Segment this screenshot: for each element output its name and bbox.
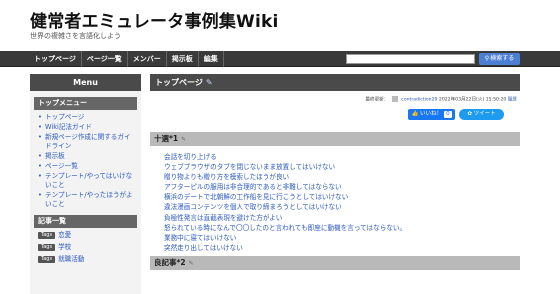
pencil-icon[interactable]: ✎ bbox=[189, 260, 194, 267]
sidebar: Menu トップメニュー トップページ Wiki記法ガイド 新規ページ作成に関す… bbox=[30, 74, 141, 294]
meta-datetime: 2022年03月22日(火) 15:50:20 bbox=[438, 97, 507, 103]
sidebar-item-page-list[interactable]: ページ一覧 bbox=[38, 162, 135, 171]
list-item[interactable]: アフターピルの服用は非合理的であると非難してはならない bbox=[164, 182, 504, 192]
list-item[interactable]: 負極性発言は直截表現を避けた方がよい bbox=[164, 213, 504, 223]
like-count: 0 bbox=[444, 111, 452, 118]
site-title[interactable]: 健常者エミュレータ事例集Wiki bbox=[30, 7, 279, 32]
top-menu-list: トップページ Wiki記法ガイド 新規ページ作成に関するガイドライン 掲示板 ペ… bbox=[38, 113, 135, 209]
search-button[interactable]: ⚲検索する bbox=[479, 53, 520, 65]
tag-badge: Tags bbox=[38, 243, 56, 251]
ten-selection-list: 会話を切り上げる ウェブブラウザのタブを閉じないまま放置してはいけない 贈り物よ… bbox=[164, 152, 504, 253]
list-item[interactable]: 怒られている時になんで〇〇したのと言われても即座に動機を言ってはならない。 bbox=[164, 223, 504, 233]
nav-page-list[interactable]: ページ一覧 bbox=[82, 51, 128, 67]
pencil-icon[interactable]: ✎ bbox=[181, 136, 186, 143]
top-menu-title: トップメニュー bbox=[34, 97, 137, 110]
section-heading: 十選*1 ✎ bbox=[150, 132, 520, 146]
avatar bbox=[391, 96, 398, 102]
articles-list: Tags 恋愛 Tags 学校 Tags 就職活動 bbox=[38, 231, 135, 264]
nav-members[interactable]: メンバー bbox=[128, 51, 167, 67]
sidebar-item-new-page-guideline[interactable]: 新規ページ作成に関するガイドライン bbox=[38, 133, 135, 151]
sidebar-item-top-page[interactable]: トップページ bbox=[38, 113, 135, 122]
sidebar-item-bbs[interactable]: 掲示板 bbox=[38, 152, 135, 161]
site-header: 健常者エミュレータ事例集Wiki 世界の複雑さを言語化しよう bbox=[0, 0, 560, 50]
article-item-school[interactable]: Tags 学校 bbox=[38, 243, 135, 252]
sidebar-item-template-dont[interactable]: テンプレート/やってはいけないこと bbox=[38, 172, 135, 190]
tweet-label: ツイート bbox=[473, 111, 496, 117]
like-button[interactable]: 👍 いいね！ 0 bbox=[408, 109, 455, 120]
section-title-2: 良記事*2 bbox=[154, 258, 186, 267]
list-item[interactable]: 業務中に寝てはいけない bbox=[164, 233, 504, 243]
search-input[interactable] bbox=[346, 54, 475, 64]
section-heading-2: 良記事*2 ✎ bbox=[150, 256, 520, 270]
articles-title: 記事一覧 bbox=[34, 215, 137, 228]
tag-badge: Tags bbox=[38, 255, 56, 263]
sidebar-item-template-do[interactable]: テンプレート/やったほうがよいこと bbox=[38, 191, 135, 209]
sidebar-item-wiki-guide[interactable]: Wiki記法ガイド bbox=[38, 123, 135, 132]
search-button-label: 検索する bbox=[490, 55, 515, 62]
nav-edit[interactable]: 編集 bbox=[199, 51, 224, 67]
site-tagline: 世界の複雑さを言語化しよう bbox=[30, 32, 121, 40]
nav-top-page[interactable]: トップページ bbox=[30, 51, 82, 67]
tag-badge: Tags bbox=[38, 231, 56, 239]
global-nav: トップページ ページ一覧 メンバー 掲示板 編集 ⚲検索する bbox=[0, 51, 560, 67]
article-label: 学校 bbox=[58, 243, 72, 251]
page-title-bar: トップページ ✎ bbox=[150, 74, 520, 91]
history-link[interactable]: 履歴 bbox=[508, 98, 517, 103]
sidebar-header: Menu bbox=[30, 74, 141, 91]
thumbs-up-icon: 👍 bbox=[411, 111, 419, 117]
list-item[interactable]: 突然走り出してはいけない bbox=[164, 243, 504, 253]
like-label: いいね！ bbox=[420, 111, 443, 117]
edit-icon[interactable]: ✎ bbox=[206, 78, 213, 87]
article-label: 就職活動 bbox=[58, 255, 85, 263]
article-label: 恋愛 bbox=[58, 231, 72, 239]
page-meta: 最終更新： contradiction29 2022年03月22日(火) 15:… bbox=[150, 96, 520, 104]
list-item[interactable]: 横浜のデートで北朝鮮の工作船を見に行こうとしてはいけない bbox=[164, 192, 504, 202]
tweet-button[interactable]: ✿ ツイート bbox=[459, 109, 504, 120]
list-item[interactable]: 違法漫画コンテンツを個人で取り締まろうとしてはいけない bbox=[164, 202, 504, 212]
section-title: 十選*1 bbox=[154, 134, 179, 143]
meta-user-link[interactable]: contradiction29 bbox=[401, 98, 437, 103]
bird-icon: ✿ bbox=[467, 111, 472, 117]
search-icon: ⚲ bbox=[484, 55, 490, 62]
nav-bbs[interactable]: 掲示板 bbox=[167, 51, 199, 67]
article-item-love[interactable]: Tags 恋愛 bbox=[38, 231, 135, 240]
article-item-job-hunting[interactable]: Tags 就職活動 bbox=[38, 255, 135, 264]
list-item[interactable]: 贈り物よりも贈り方を模索したほうが良い bbox=[164, 172, 504, 182]
meta-prefix: 最終更新： bbox=[365, 97, 389, 103]
list-item[interactable]: 会話を切り上げる bbox=[164, 152, 504, 162]
page-title: トップページ bbox=[155, 78, 203, 87]
share-buttons: 👍 いいね！ 0 ✿ ツイート bbox=[408, 109, 504, 120]
list-item[interactable]: ウェブブラウザのタブを閉じないまま放置してはいけない bbox=[164, 162, 504, 172]
